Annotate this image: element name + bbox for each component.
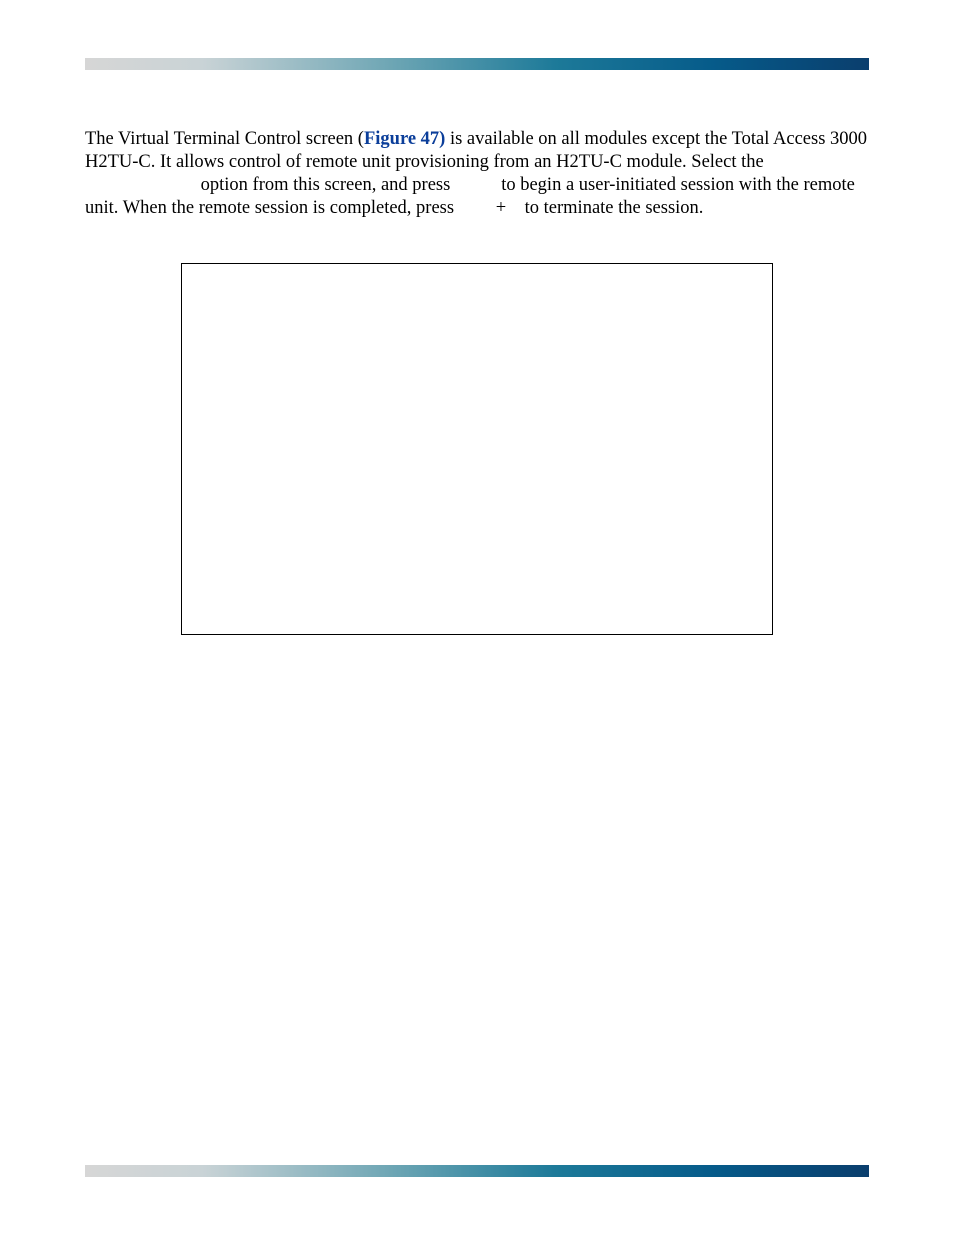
blank-option-name: [85, 175, 196, 195]
blank-key-3: [511, 198, 520, 218]
body-text: The Virtual Terminal Control screen (Fig…: [85, 128, 869, 635]
figure-reference-link[interactable]: Figure 47): [364, 129, 445, 149]
para-text-3: option from this screen, and press: [196, 175, 455, 195]
blank-key-2: [459, 198, 491, 218]
figure-placeholder: [181, 263, 773, 635]
para-text-5: to terminate the session.: [520, 198, 703, 218]
header-stripe: [85, 58, 869, 70]
para-text-plus: +: [491, 198, 511, 218]
para-text-1: The Virtual Terminal Control screen (: [85, 129, 364, 149]
footer-stripe: [85, 1165, 869, 1177]
blank-key-1: [455, 175, 497, 195]
